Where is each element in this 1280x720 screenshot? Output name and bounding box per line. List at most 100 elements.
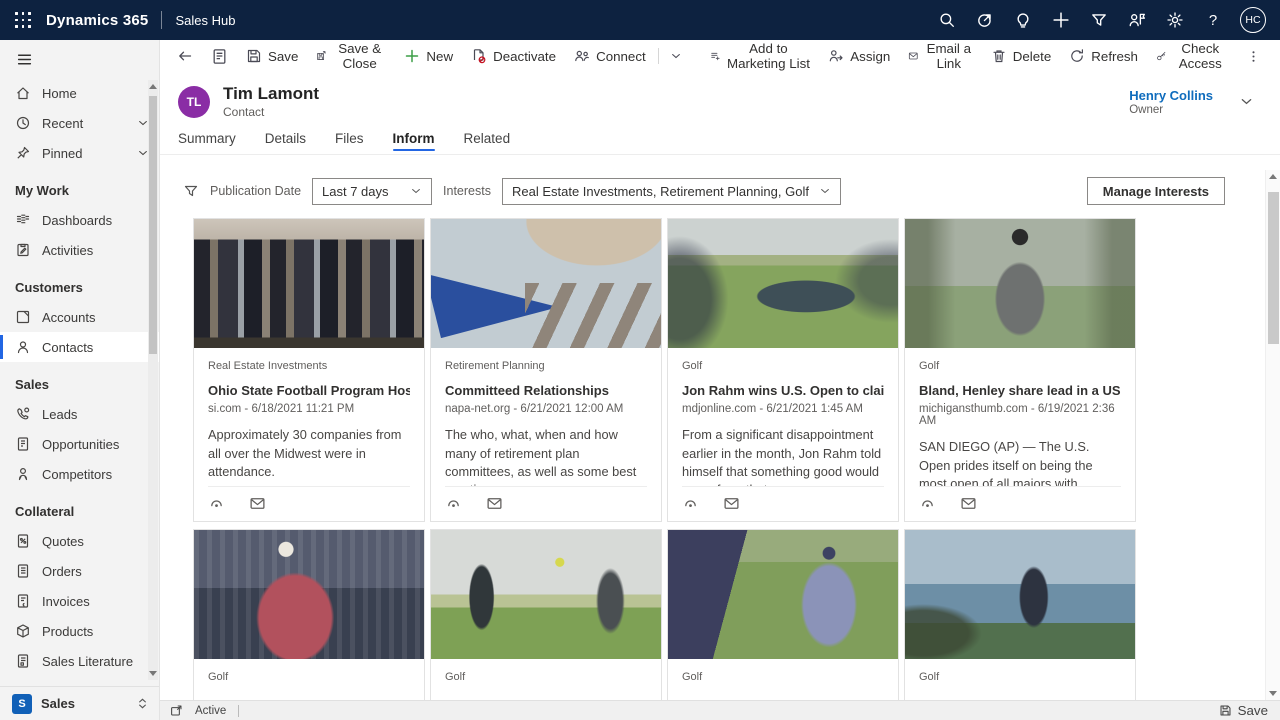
form-selector-button[interactable] [202,43,237,69]
email-article-icon[interactable] [249,495,266,512]
article-image[interactable] [668,530,898,659]
news-card[interactable]: Golf [430,529,662,720]
sidebar-item-sales-literature[interactable]: Sales Literature [0,646,159,676]
email-icon [908,48,919,64]
sidebar-item-opportunities[interactable]: Opportunities [0,429,159,459]
sidebar-item-home[interactable]: Home [0,78,159,108]
sidebar-item-activities[interactable]: Activities [0,235,159,265]
article-title[interactable]: Ohio State Football Program Hosts Job ..… [208,383,410,398]
views-eye-icon[interactable] [919,495,936,512]
news-card[interactable]: Retirement Planning Committeed Relations… [430,218,662,522]
sidebar-scrollbar[interactable] [148,80,158,680]
owner-link[interactable]: Henry Collins [1129,88,1213,103]
article-title[interactable]: Jon Rahm wins U.S. Open to claim first .… [682,383,884,398]
list-plus-icon [710,48,721,64]
sidebar-item-dashboards[interactable]: Dashboards [0,205,159,235]
news-card[interactable]: Golf [904,529,1136,720]
scroll-down-arrow-icon[interactable] [1269,691,1277,696]
new-button[interactable]: New [395,43,462,69]
interests-select[interactable]: Real Estate Investments, Retirement Plan… [502,178,841,205]
plus-icon[interactable] [1044,0,1078,40]
article-source: napa-net.org - 6/21/2021 12:00 AM [445,403,647,415]
sidebar-item-accounts[interactable]: Accounts [0,302,159,332]
add-to-marketing-list-button[interactable]: Add to Marketing List [701,43,819,69]
save-button[interactable]: Save [237,43,307,69]
article-image[interactable] [431,530,661,659]
deactivate-button[interactable]: Deactivate [462,43,565,69]
filter-row: Publication Date Last 7 days Interests R… [183,177,1280,205]
sidebar-item-products[interactable]: Products [0,616,159,646]
help-icon[interactable]: ? [1196,0,1230,40]
area-switcher[interactable]: S Sales [0,686,159,720]
hamburger-menu-icon[interactable] [0,40,159,74]
news-card[interactable]: Real Estate Investments Ohio State Footb… [193,218,425,522]
app-launcher-icon[interactable] [0,0,46,40]
scroll-down-arrow-icon[interactable] [149,671,157,676]
sidebar-item-contacts[interactable]: Contacts [0,332,159,362]
assign-button[interactable]: Assign [819,43,899,69]
lightbulb-icon[interactable] [1006,0,1040,40]
sidebar-item-invoices[interactable]: Invoices [0,586,159,616]
content-scrollbar-thumb[interactable] [1268,192,1279,344]
filter-icon[interactable] [1082,0,1116,40]
email-article-icon[interactable] [960,495,977,512]
updown-chevron-icon[interactable] [136,697,149,710]
delete-button[interactable]: Delete [982,43,1061,69]
news-card[interactable]: Golf Jon Rahm wins U.S. Open to claim fi… [667,218,899,522]
tab-inform[interactable]: Inform [393,131,435,154]
content-scrollbar[interactable] [1265,170,1280,700]
article-image[interactable] [668,219,898,348]
check-access-button[interactable]: Check Access [1147,43,1237,69]
tab-related[interactable]: Related [464,131,511,154]
sidebar-item-orders[interactable]: Orders [0,556,159,586]
connect-split-chevron[interactable] [661,43,691,69]
save-and-close-button[interactable]: Save & Close [307,43,395,69]
email-article-icon[interactable] [723,495,740,512]
article-image[interactable] [194,219,424,348]
article-image[interactable] [905,530,1135,659]
views-eye-icon[interactable] [682,495,699,512]
waffle-grid [15,12,32,29]
article-image[interactable] [194,530,424,659]
connect-button[interactable]: Connect [565,43,655,69]
sidebar-item-competitors[interactable]: Competitors [0,459,159,489]
publication-date-select[interactable]: Last 7 days [312,178,432,205]
connect-people-icon [574,48,590,64]
app-name[interactable]: Sales Hub [175,13,235,28]
expand-form-icon[interactable] [170,704,183,717]
article-image[interactable] [905,219,1135,348]
email-article-icon[interactable] [486,495,503,512]
views-eye-icon[interactable] [445,495,462,512]
sidebar-item-quotes[interactable]: Quotes [0,526,159,556]
manage-interests-button[interactable]: Manage Interests [1087,177,1225,205]
footer-save-button[interactable]: Save [1219,703,1268,718]
scroll-up-arrow-icon[interactable] [149,84,157,89]
back-button[interactable] [168,43,202,69]
scroll-up-arrow-icon[interactable] [1269,174,1277,179]
tab-details[interactable]: Details [265,131,306,154]
email-a-link-button[interactable]: Email a Link [899,43,981,69]
sidebar-item-recent[interactable]: Recent [0,108,159,138]
views-eye-icon[interactable] [208,495,225,512]
sidebar-scrollbar-thumb[interactable] [149,96,157,354]
more-commands-button[interactable] [1237,43,1270,69]
article-title[interactable]: Committeed Relationships [445,383,647,398]
owner-field: Henry Collins Owner [1129,88,1254,116]
compass-icon[interactable] [968,0,1002,40]
tab-summary[interactable]: Summary [178,131,236,154]
settings-gear-icon[interactable] [1158,0,1192,40]
article-title[interactable]: Bland, Henley share lead in a US Open ..… [919,383,1121,398]
header-expand-chevron-icon[interactable] [1239,94,1254,109]
news-card[interactable]: Golf [193,529,425,720]
brand-title[interactable]: Dynamics 365 [46,12,148,29]
news-card[interactable]: Golf [667,529,899,720]
user-avatar[interactable]: HC [1240,7,1266,33]
sidebar-item-leads[interactable]: Leads [0,399,159,429]
sidebar-item-pinned[interactable]: Pinned [0,138,159,168]
news-card[interactable]: Golf Bland, Henley share lead in a US Op… [904,218,1136,522]
relationship-assistant-icon[interactable] [1120,0,1154,40]
refresh-button[interactable]: Refresh [1060,43,1147,69]
tab-files[interactable]: Files [335,131,364,154]
search-icon[interactable] [930,0,964,40]
article-image[interactable] [431,219,661,348]
